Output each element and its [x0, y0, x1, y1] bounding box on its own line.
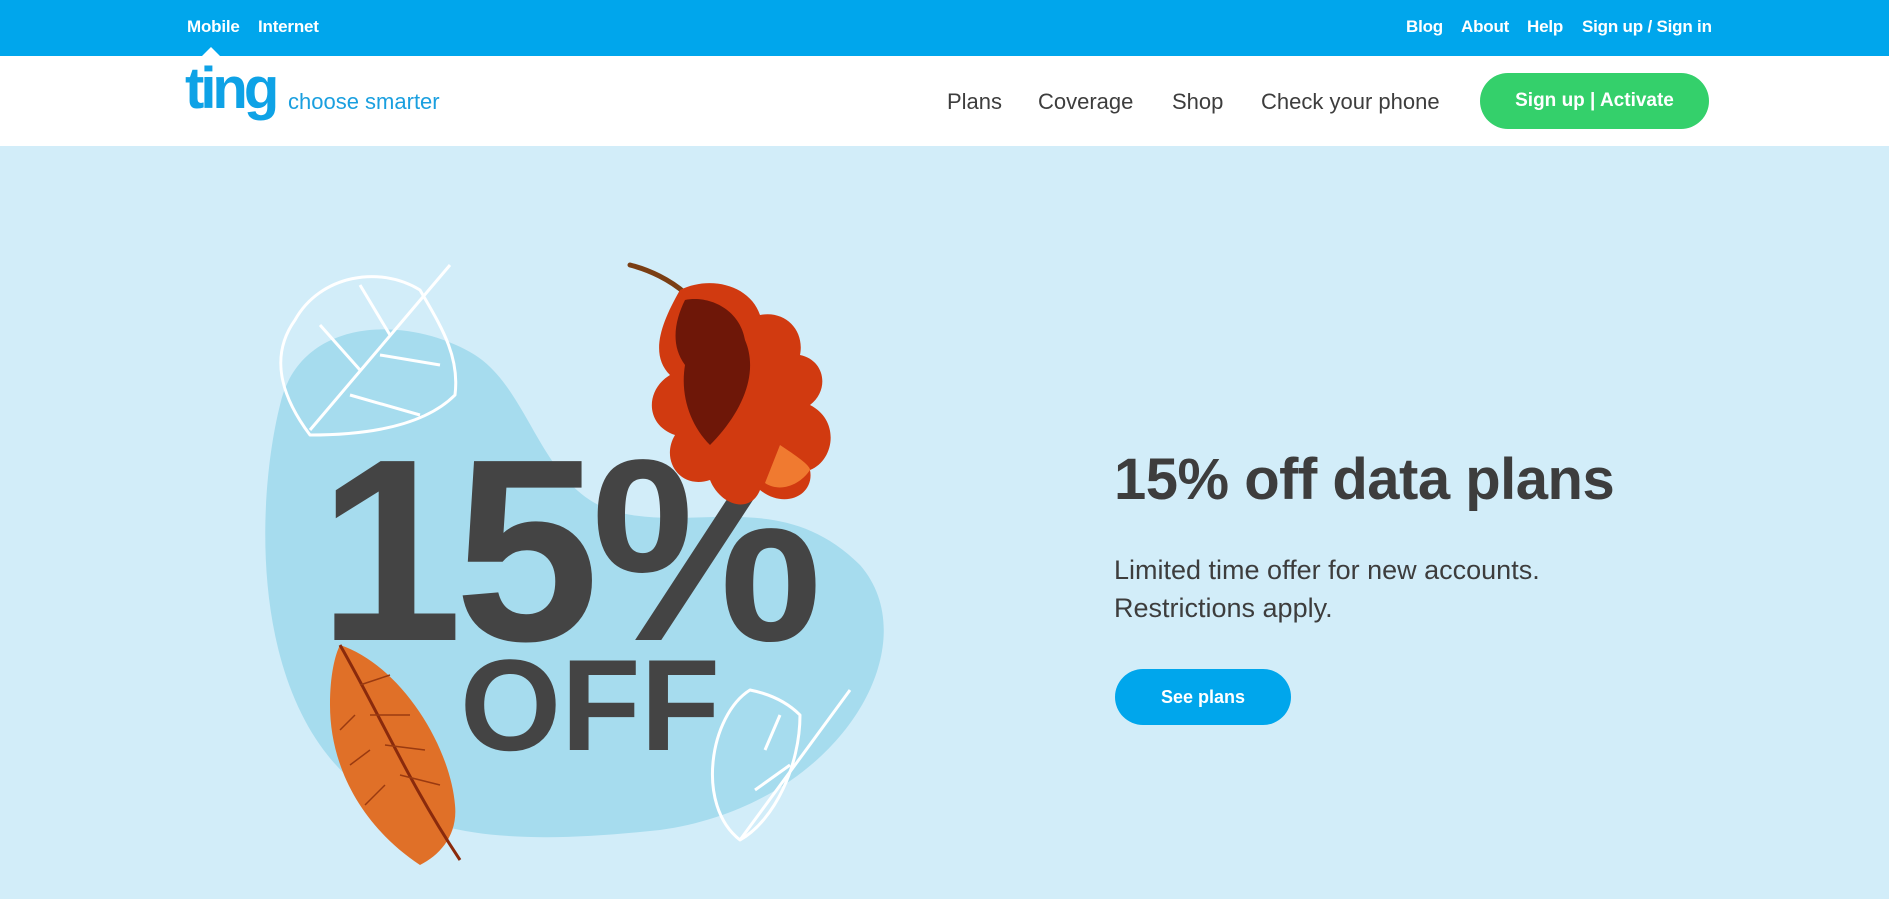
- topbar-link-about[interactable]: About: [1461, 17, 1509, 37]
- hero-subtitle: Limited time offer for new accounts. Res…: [1114, 551, 1714, 627]
- ting-logo[interactable]: ting: [185, 60, 279, 118]
- nav-coverage[interactable]: Coverage: [1038, 89, 1133, 115]
- badge-off: OFF: [460, 632, 720, 778]
- topbar-link-help[interactable]: Help: [1527, 17, 1563, 37]
- hero-title: 15% off data plans: [1114, 447, 1615, 512]
- tagline: choose smarter: [288, 89, 440, 114]
- nav-shop[interactable]: Shop: [1172, 89, 1223, 115]
- hero-subtitle-line: Restrictions apply.: [1114, 593, 1333, 623]
- topbar-link-signin[interactable]: Sign up / Sign in: [1582, 17, 1712, 37]
- topbar-link-mobile[interactable]: Mobile: [187, 17, 240, 37]
- hero-subtitle-line: Limited time offer for new accounts.: [1114, 555, 1540, 585]
- active-tab-caret: [202, 47, 220, 56]
- nav-check-phone[interactable]: Check your phone: [1261, 89, 1440, 115]
- topbar-link-internet[interactable]: Internet: [258, 17, 319, 37]
- topbar-link-blog[interactable]: Blog: [1406, 17, 1443, 37]
- see-plans-button[interactable]: See plans: [1115, 669, 1291, 725]
- hero-illustration: 15% OFF: [265, 262, 884, 865]
- signup-activate-button[interactable]: Sign up | Activate: [1480, 73, 1709, 129]
- nav-plans[interactable]: Plans: [947, 89, 1002, 115]
- utility-bar: Mobile Internet Blog About Help Sign up …: [0, 0, 1889, 56]
